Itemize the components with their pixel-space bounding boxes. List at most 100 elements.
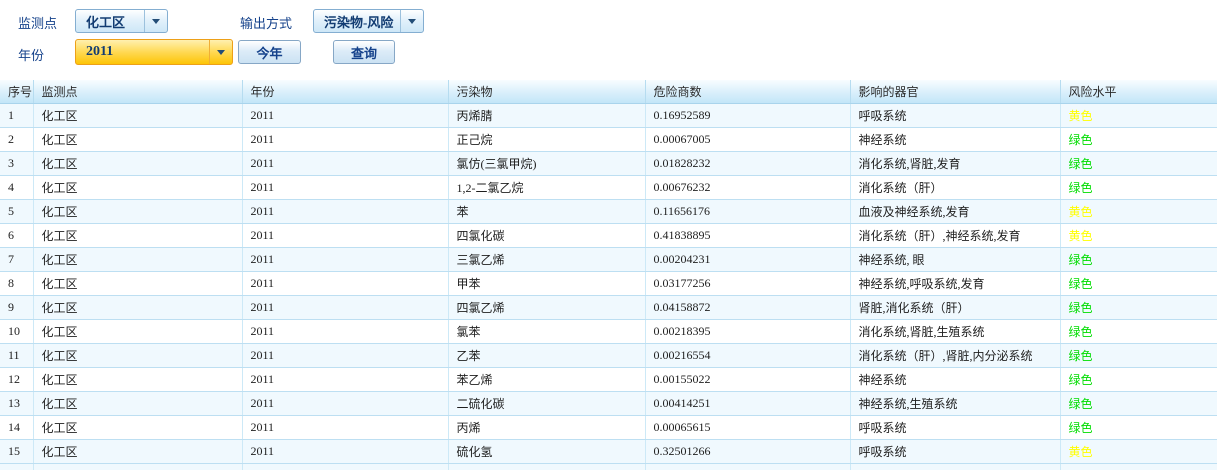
table-row[interactable]: 15化工区2011硫化氢0.32501266呼吸系统黄色 [0,440,1217,464]
cell-year: 2011 [242,224,448,248]
cell-organs: 神经系统 [850,368,1060,392]
column-header[interactable]: 污染物 [448,80,645,104]
cell-no: 4 [0,176,33,200]
cell-empty [33,464,242,470]
cell-risk: 绿色 [1060,344,1217,368]
chevron-down-icon [217,50,225,59]
cell-no: 12 [0,368,33,392]
table-row[interactable]: 2化工区2011正己烷0.00067005神经系统绿色 [0,128,1217,152]
table-row[interactable]: 9化工区2011四氯乙烯0.04158872肾脏,消化系统（肝）绿色 [0,296,1217,320]
column-header[interactable]: 序号 [0,80,33,104]
table-row[interactable]: 8化工区2011甲苯0.03177256神经系统,呼吸系统,发育绿色 [0,272,1217,296]
table-row[interactable]: 7化工区2011三氯乙烯0.00204231神经系统, 眼绿色 [0,248,1217,272]
cell-risk: 绿色 [1060,152,1217,176]
cell-site: 化工区 [33,320,242,344]
cell-risk: 绿色 [1060,248,1217,272]
cell-risk: 绿色 [1060,296,1217,320]
table-row[interactable]: 11化工区2011乙苯0.00216554消化系统（肝）,肾脏,内分泌系统绿色 [0,344,1217,368]
cell-hq: 0.01828232 [645,152,850,176]
table-row-partial [0,464,1217,470]
cell-hq: 0.00676232 [645,176,850,200]
table-header-row: 序号监测点年份污染物危险商数影响的器官风险水平 [0,80,1217,104]
cell-site: 化工区 [33,416,242,440]
column-header[interactable]: 监测点 [33,80,242,104]
cell-empty [850,464,1060,470]
cell-site: 化工区 [33,344,242,368]
cell-year: 2011 [242,440,448,464]
output-mode-label: 输出方式 [240,13,292,32]
cell-pollutant: 丙烯 [448,416,645,440]
cell-pollutant: 硫化氢 [448,440,645,464]
cell-risk: 绿色 [1060,272,1217,296]
table-row[interactable]: 14化工区2011丙烯0.00065615呼吸系统绿色 [0,416,1217,440]
cell-hq: 0.00155022 [645,368,850,392]
cell-pollutant: 四氯乙烯 [448,296,645,320]
output-mode-select[interactable]: 污染物-风险 [313,9,424,33]
monitor-point-label: 监测点 [18,13,57,32]
cell-year: 2011 [242,344,448,368]
results-table: 序号监测点年份污染物危险商数影响的器官风险水平 1化工区2011丙烯腈0.169… [0,80,1217,470]
table-row[interactable]: 3化工区2011氯仿(三氯甲烷)0.01828232消化系统,肾脏,发育绿色 [0,152,1217,176]
cell-no: 14 [0,416,33,440]
year-label: 年份 [18,45,44,64]
monitor-point-dropdown-button[interactable] [144,10,167,32]
chevron-down-icon [408,19,416,28]
cell-site: 化工区 [33,248,242,272]
cell-no: 15 [0,440,33,464]
cell-site: 化工区 [33,296,242,320]
cell-organs: 呼吸系统 [850,104,1060,128]
cell-no: 11 [0,344,33,368]
output-mode-value: 污染物-风险 [314,10,400,32]
cell-hq: 0.04158872 [645,296,850,320]
cell-risk: 黄色 [1060,200,1217,224]
column-header[interactable]: 危险商数 [645,80,850,104]
cell-pollutant: 四氯化碳 [448,224,645,248]
table-row[interactable]: 12化工区2011苯乙烯0.00155022神经系统绿色 [0,368,1217,392]
column-header[interactable]: 年份 [242,80,448,104]
cell-organs: 消化系统（肝）,神经系统,发育 [850,224,1060,248]
cell-year: 2011 [242,128,448,152]
table-row[interactable]: 5化工区2011苯0.11656176血液及神经系统,发育黄色 [0,200,1217,224]
cell-risk: 绿色 [1060,368,1217,392]
pollutant-risk-page: 监测点 化工区 输出方式 污染物-风险 年份 2011 今年 查询 序号监测点年… [0,0,1217,470]
cell-empty [448,464,645,470]
cell-empty [1060,464,1217,470]
cell-organs: 消化系统,肾脏,生殖系统 [850,320,1060,344]
cell-no: 8 [0,272,33,296]
query-button[interactable]: 查询 [333,40,395,64]
cell-organs: 消化系统,肾脏,发育 [850,152,1060,176]
cell-pollutant: 苯 [448,200,645,224]
cell-hq: 0.32501266 [645,440,850,464]
year-select[interactable]: 2011 [75,39,233,65]
this-year-button[interactable]: 今年 [238,40,301,64]
monitor-point-select[interactable]: 化工区 [75,9,168,33]
cell-organs: 肾脏,消化系统（肝） [850,296,1060,320]
column-header[interactable]: 风险水平 [1060,80,1217,104]
cell-pollutant: 丙烯腈 [448,104,645,128]
cell-hq: 0.00414251 [645,392,850,416]
table-row[interactable]: 13化工区2011二硫化碳0.00414251神经系统,生殖系统绿色 [0,392,1217,416]
column-header[interactable]: 影响的器官 [850,80,1060,104]
cell-pollutant: 乙苯 [448,344,645,368]
cell-site: 化工区 [33,128,242,152]
table-row[interactable]: 1化工区2011丙烯腈0.16952589呼吸系统黄色 [0,104,1217,128]
cell-hq: 0.16952589 [645,104,850,128]
cell-site: 化工区 [33,176,242,200]
cell-empty [242,464,448,470]
table-row[interactable]: 4化工区20111,2-二氯乙烷0.00676232消化系统（肝）绿色 [0,176,1217,200]
cell-site: 化工区 [33,224,242,248]
cell-hq: 0.00065615 [645,416,850,440]
cell-pollutant: 正己烷 [448,128,645,152]
cell-no: 1 [0,104,33,128]
output-mode-dropdown-button[interactable] [400,10,423,32]
cell-no: 2 [0,128,33,152]
year-dropdown-button[interactable] [209,40,232,64]
cell-hq: 0.03177256 [645,272,850,296]
cell-pollutant: 二硫化碳 [448,392,645,416]
cell-risk: 绿色 [1060,392,1217,416]
table-row[interactable]: 6化工区2011四氯化碳0.41838895消化系统（肝）,神经系统,发育黄色 [0,224,1217,248]
cell-hq: 0.00216554 [645,344,850,368]
table-row[interactable]: 10化工区2011氯苯0.00218395消化系统,肾脏,生殖系统绿色 [0,320,1217,344]
cell-year: 2011 [242,104,448,128]
cell-hq: 0.00067005 [645,128,850,152]
